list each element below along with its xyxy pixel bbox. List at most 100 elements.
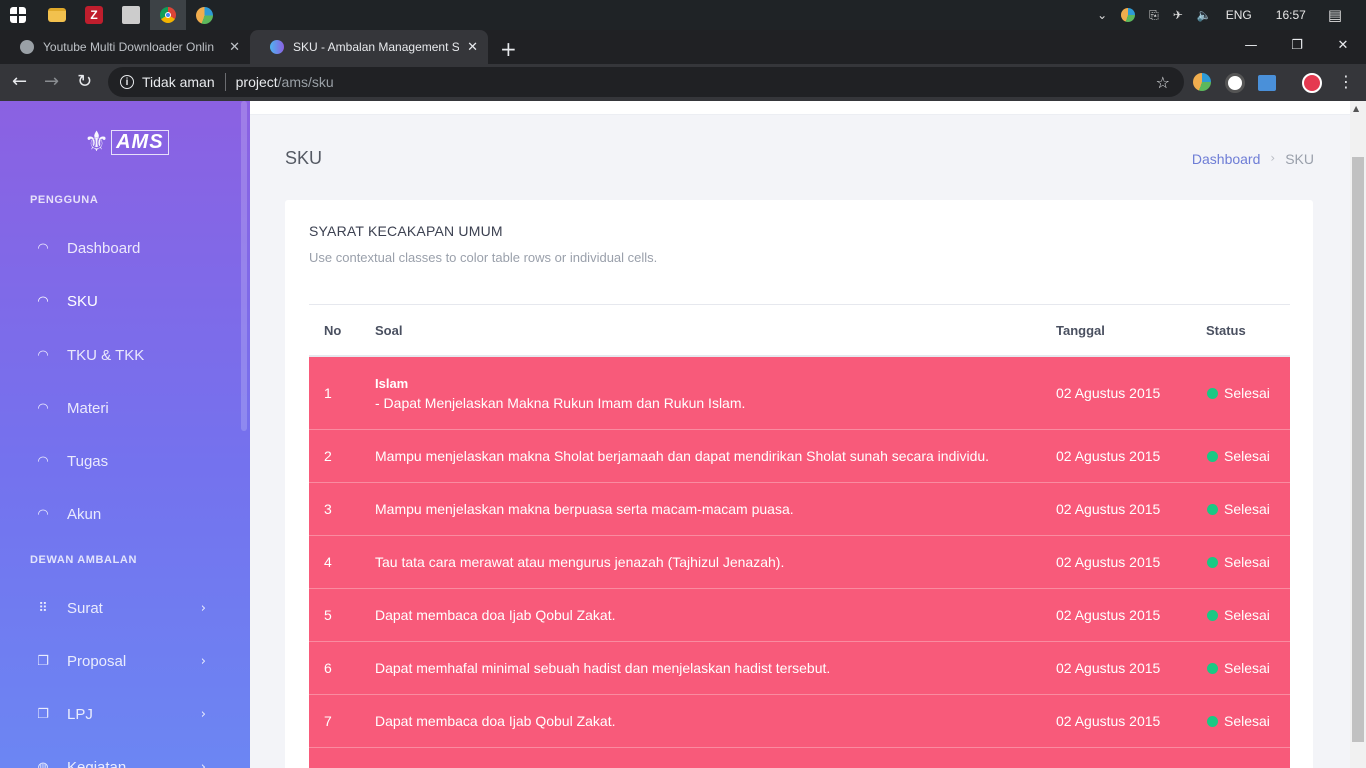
sidebar-item-tugas[interactable]: ◠ Tugas [0,441,240,481]
info-icon[interactable]: i [120,75,134,89]
sidebar-item-lpj[interactable]: ❐ LPJ › [0,694,240,734]
status-dot-icon [1207,450,1218,462]
restore-button[interactable]: ❐ [1274,30,1320,60]
security-label[interactable]: Tidak aman [142,74,215,90]
cell-soal: Tau tata cara merawat atau mengurus jena… [375,536,784,588]
tools-app-icon[interactable] [122,6,140,24]
table-row[interactable]: 6 Dapat memhafal minimal sebuah hadist d… [309,642,1290,695]
sidebar-item-label: Akun [67,505,102,523]
breadcrumb-dashboard-link[interactable]: Dashboard [1192,151,1261,167]
status-dot-icon [1207,503,1218,515]
status-dot-icon [1207,715,1218,727]
globe-app-icon[interactable] [196,7,213,24]
copy-icon: ❐ [37,706,49,722]
back-icon[interactable]: ← [12,72,27,92]
forward-icon[interactable]: → [44,72,59,92]
reload-icon[interactable]: ↻ [77,72,92,92]
tray-app-icon[interactable] [1121,8,1136,22]
bookmark-star-icon[interactable]: ☆ [1156,73,1170,92]
tab-sku[interactable]: SKU - Ambalan Management Sys ✕ [250,30,488,64]
breadcrumb-current: SKU [1285,151,1314,167]
airplane-icon[interactable]: ✈ [1173,8,1183,22]
sidebar-item-label: LPJ [67,705,93,723]
table-row[interactable]: 7 Dapat membaca doa Ijab Qobul Zakat. 02… [309,695,1290,748]
file-explorer-icon[interactable] [48,8,66,22]
sidebar-item-surat[interactable]: ⠿ Surat › [0,588,240,628]
cell-soal: Dapat membaca doa Ijab Qobul Zakat. [375,589,615,641]
sidebar-item-dashboard[interactable]: ◠ Dashboard [0,228,240,268]
sidebar-item-tku-tkk[interactable]: ◠ TKU & TKK [0,335,240,375]
scroll-up-arrow-icon[interactable]: ▲ [1353,104,1359,113]
windows-start-icon[interactable] [10,7,26,23]
os-taskbar: Z ⌄ ⎘ ✈ 🔈 ENG 16:57 ▤ [0,0,1366,30]
cell-status: Selesai [1207,357,1270,429]
close-window-button[interactable]: ✕ [1320,30,1366,60]
sidebar-item-label: TKU & TKK [67,346,145,364]
page-scrollbar[interactable]: ▲ [1350,101,1366,768]
filezilla-icon[interactable]: Z [85,6,103,24]
app-logo[interactable]: ⚜ AMS [84,127,169,157]
close-tab-icon[interactable]: ✕ [229,40,240,55]
language-indicator[interactable]: ENG [1226,8,1252,22]
sidebar-scrollbar[interactable] [241,101,247,431]
menu-kebab-icon[interactable]: ⋮ [1338,72,1354,92]
sidebar-item-label: Proposal [67,652,127,670]
tab-youtube-downloader[interactable]: Youtube Multi Downloader Onlin ✕ [0,30,250,64]
table-header: No Soal Tanggal Status [309,304,1290,357]
table-row[interactable]: 5 Dapat membaca doa Ijab Qobul Zakat. 02… [309,589,1290,642]
cell-soal: Mampu menjelaskan makna Sholat berjamaah… [375,430,989,482]
sidebar-item-akun[interactable]: ◠ Akun [0,494,240,534]
cell-soal: Islam - Dapat Menjelaskan Makna Rukun Im… [375,357,745,429]
cell-status: Selesai [1207,483,1270,535]
section-dewan-ambalan: DEWAN AMBALAN [30,554,137,566]
chevron-right-icon: › [200,600,206,616]
extension-window-icon[interactable] [1258,75,1276,91]
table-row[interactable] [309,748,1290,768]
network-icon[interactable]: ⎘ [1149,8,1159,23]
table-row[interactable]: 2 Mampu menjelaskan makna Sholat berjama… [309,430,1290,483]
cell-tanggal: 02 Agustus 2015 [1056,501,1161,517]
tab-title: SKU - Ambalan Management Sys [293,40,460,54]
notification-icon[interactable]: ▤ [1328,6,1342,24]
status-text: Selesai [1224,607,1270,623]
sidebar-item-proposal[interactable]: ❐ Proposal › [0,641,240,681]
new-tab-button[interactable]: + [500,37,517,61]
chevron-right-icon: › [200,653,206,669]
clock[interactable]: 16:57 [1276,8,1306,22]
sidebar-item-label: Materi [67,399,109,417]
cell-tanggal: 02 Agustus 2015 [1056,660,1161,676]
cell-no: 6 [324,660,332,676]
sku-table: No Soal Tanggal Status 1 Islam - Dapat M… [309,304,1290,768]
cell-soal: Dapat membaca doa Ijab Qobul Zakat. [375,695,615,747]
sidebar-item-label: Kegiatan [67,758,127,768]
cell-tanggal: 02 Agustus 2015 [1056,713,1161,729]
sidebar-item-kegiatan[interactable]: ◍ Kegiatan › [0,747,240,768]
card-title: SYARAT KECAKAPAN UMUM [309,223,503,239]
table-row[interactable]: 1 Islam - Dapat Menjelaskan Makna Rukun … [309,357,1290,430]
gauge-icon: ◠ [37,347,49,363]
address-bar[interactable]: i Tidak aman project/ams/sku ☆ [108,67,1184,97]
status-dot-icon [1207,662,1218,674]
cell-tanggal: 02 Agustus 2015 [1056,554,1161,570]
scrollbar-thumb[interactable] [1352,157,1364,742]
soal-text: Tau tata cara merawat atau mengurus jena… [375,554,785,570]
close-tab-icon[interactable]: ✕ [467,40,478,55]
cell-tanggal: 02 Agustus 2015 [1056,448,1161,464]
volume-icon[interactable]: 🔈 [1197,8,1212,22]
extension-globe-icon[interactable] [1193,73,1211,91]
chevron-up-icon[interactable]: ⌄ [1097,8,1107,22]
sidebar-item-sku[interactable]: ◠ SKU [0,281,240,321]
chrome-taskbar-icon[interactable] [150,0,186,30]
globe-icon: ◍ [37,759,49,768]
extension-circle-icon[interactable] [1225,73,1245,93]
grid-icon: ⠿ [38,600,48,616]
sidebar-item-materi[interactable]: ◠ Materi [0,388,240,428]
extension-red-icon[interactable] [1302,73,1322,93]
table-row[interactable]: 4 Tau tata cara merawat atau mengurus je… [309,536,1290,589]
page-title: SKU [285,148,323,168]
card-subtitle: Use contextual classes to color table ro… [309,250,658,265]
table-row[interactable]: 3 Mampu menjelaskan makna berpuasa serta… [309,483,1290,536]
url-path: /ams/sku [277,74,334,90]
gauge-icon: ◠ [37,453,49,469]
minimize-button[interactable]: — [1228,30,1274,60]
